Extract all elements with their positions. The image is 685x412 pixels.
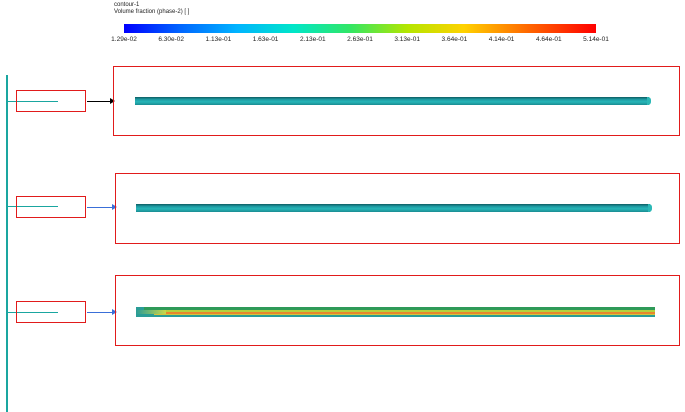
pipe-3-stratified	[136, 307, 655, 317]
colorbar-tick-label: 6.30e-02	[158, 36, 185, 43]
pipe-2	[136, 204, 652, 212]
colorbar-tick-label: 3.13e-01	[394, 36, 421, 43]
small-box-1[interactable]	[16, 90, 86, 112]
pipe-cap-1	[647, 97, 651, 105]
trunk-line	[6, 75, 8, 412]
panel-1[interactable]	[113, 66, 680, 136]
colorbar-ticks: 1.29e-02 6.30e-02 1.13e-01 1.63e-01 2.13e-01…	[104, 36, 616, 46]
pipe-cap-2	[648, 204, 652, 212]
colorbar	[124, 24, 596, 33]
arrow-1	[87, 98, 115, 104]
small-box-2[interactable]	[16, 196, 86, 218]
arrow-3	[87, 309, 117, 315]
colorbar-tick-label: 4.64e-01	[535, 36, 562, 43]
pipe-1	[135, 97, 651, 105]
colorbar-tick-label: 2.13e-01	[299, 36, 326, 43]
colorbar-tick-label: 1.29e-02	[111, 36, 137, 43]
panel-2[interactable]	[115, 173, 680, 244]
pipe-3-inlet-taper	[136, 310, 166, 314]
colorbar-tick-label: 1.13e-01	[205, 36, 232, 43]
small-box-3[interactable]	[16, 301, 86, 323]
arrow-2	[87, 204, 117, 210]
legend-subtitle: Volume fraction (phase-2) [ ]	[114, 9, 190, 15]
colorbar-tick-label: 5.14e-01	[583, 36, 609, 43]
pipe-3-lower-band	[154, 314, 655, 315]
colorbar-tick-label: 4.14e-01	[488, 36, 515, 43]
colorbar-tick-label: 1.63e-01	[252, 36, 279, 43]
colorbar-tick-label: 2.63e-01	[347, 36, 373, 43]
legend-title: contour-1	[114, 2, 140, 8]
colorbar-tick-label: 3.64e-01	[441, 36, 468, 43]
